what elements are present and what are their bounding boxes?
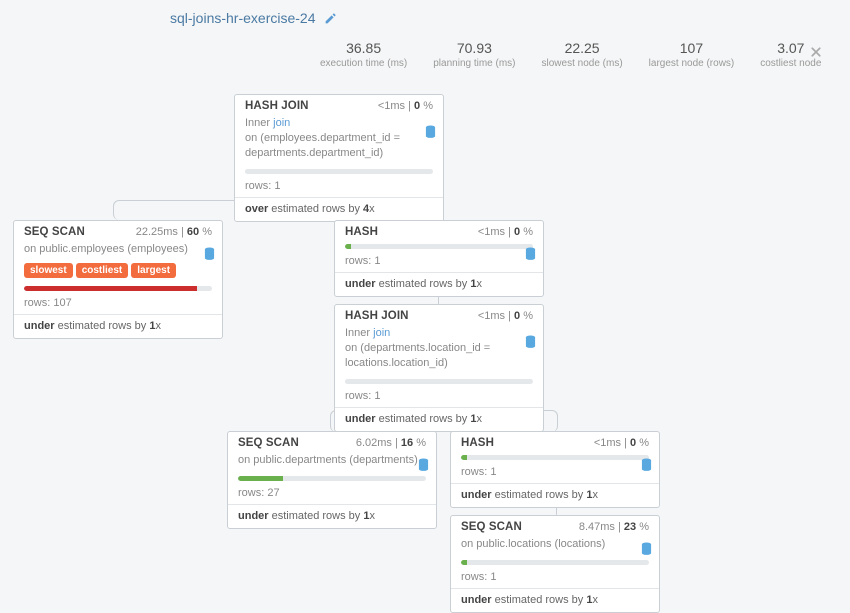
plan-node-seqscan-locations[interactable]: SEQ SCAN 8.47ms | 23 % on public.locatio… <box>450 515 660 613</box>
database-icon <box>641 458 652 471</box>
node-meta: 8.47ms | 23 % <box>579 521 649 533</box>
node-detail: Inner join on (departments.location_id =… <box>335 326 543 377</box>
estimate-line: under estimated rows by 1x <box>335 273 543 296</box>
rows-line: rows: 1 <box>451 464 659 483</box>
estimate-line: under estimated rows by 1x <box>228 505 436 528</box>
node-title: HASH <box>461 437 494 449</box>
estimate-line: under estimated rows by 1x <box>451 589 659 612</box>
edit-icon[interactable] <box>324 12 337 25</box>
node-title: HASH JOIN <box>245 100 309 112</box>
node-meta: <1ms | 0 % <box>378 100 433 112</box>
rows-line: rows: 1 <box>451 569 659 588</box>
page-title: sql-joins-hr-exercise-24 <box>170 10 316 26</box>
metric-costliest-node: 3.07 costliest node <box>760 40 821 69</box>
database-icon <box>525 247 536 260</box>
metric-planning-time: 70.93 planning time (ms) <box>433 40 515 69</box>
metric-slowest-node: 22.25 slowest node (ms) <box>542 40 623 69</box>
metrics-row: 36.85 execution time (ms) 70.93 planning… <box>320 40 821 69</box>
plan-node-hash-join-root[interactable]: HASH JOIN <1ms | 0 % Inner join on (empl… <box>234 94 444 222</box>
node-detail: on public.locations (locations) <box>451 537 659 558</box>
plan-node-hash-2[interactable]: HASH <1ms | 0 % rows: 1 under estimated … <box>450 431 660 508</box>
estimate-line: under estimated rows by 1x <box>451 484 659 507</box>
database-icon <box>204 247 215 260</box>
node-title: SEQ SCAN <box>238 437 299 449</box>
node-meta: 22.25ms | 60 % <box>136 226 212 238</box>
node-meta: <1ms | 0 % <box>594 437 649 449</box>
node-title: HASH JOIN <box>345 310 409 322</box>
database-icon <box>641 542 652 555</box>
node-title: SEQ SCAN <box>461 521 522 533</box>
metric-exec-time: 36.85 execution time (ms) <box>320 40 407 69</box>
estimate-line: over estimated rows by 4x <box>235 198 443 221</box>
database-icon <box>525 335 536 348</box>
rows-line: rows: 1 <box>335 388 543 407</box>
node-meta: <1ms | 0 % <box>478 226 533 238</box>
tag-slowest: slowest <box>24 263 73 278</box>
database-icon <box>425 125 436 138</box>
metric-largest-node: 107 largest node (rows) <box>649 40 735 69</box>
node-title: HASH <box>345 226 378 238</box>
rows-line: rows: 27 <box>228 485 436 504</box>
join-link[interactable]: join <box>273 117 290 129</box>
node-meta: 6.02ms | 16 % <box>356 437 426 449</box>
estimate-line: under estimated rows by 1x <box>335 408 543 431</box>
node-meta: <1ms | 0 % <box>478 310 533 322</box>
tags: slowest costliest largest <box>14 263 222 284</box>
rows-line: rows: 1 <box>335 253 543 272</box>
node-detail: on public.departments (departments) <box>228 453 436 474</box>
node-detail: on public.employees (employees) <box>14 242 222 263</box>
rows-line: rows: 107 <box>14 295 222 314</box>
join-link[interactable]: join <box>373 327 390 339</box>
rows-line: rows: 1 <box>235 178 443 197</box>
plan-node-hash-1[interactable]: HASH <1ms | 0 % rows: 1 under estimated … <box>334 220 544 297</box>
node-title: SEQ SCAN <box>24 226 85 238</box>
estimate-line: under estimated rows by 1x <box>14 315 222 338</box>
plan-node-seqscan-employees[interactable]: SEQ SCAN 22.25ms | 60 % on public.employ… <box>13 220 223 339</box>
tag-costliest: costliest <box>76 263 129 278</box>
database-icon <box>418 458 429 471</box>
plan-node-seqscan-departments[interactable]: SEQ SCAN 6.02ms | 16 % on public.departm… <box>227 431 437 529</box>
plan-node-hash-join-2[interactable]: HASH JOIN <1ms | 0 % Inner join on (depa… <box>334 304 544 432</box>
tag-largest: largest <box>131 263 176 278</box>
node-detail: Inner join on (employees.department_id =… <box>235 116 443 167</box>
